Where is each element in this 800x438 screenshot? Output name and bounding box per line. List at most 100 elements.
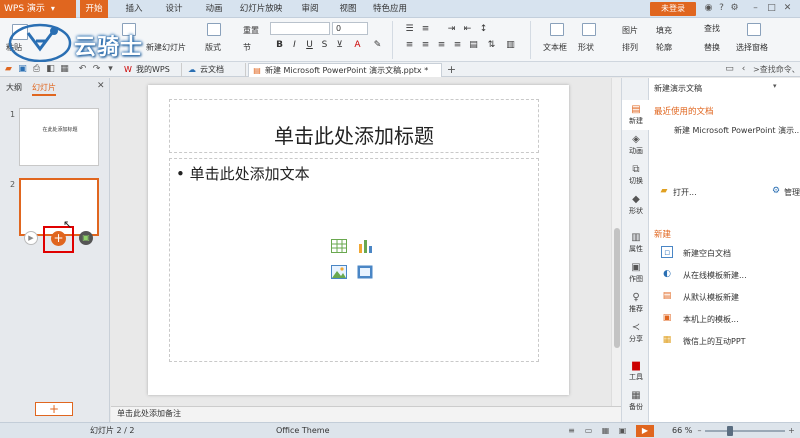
font-size-combo[interactable]: 0 <box>332 22 368 35</box>
redo-icon[interactable]: ↷ <box>91 64 102 75</box>
side-backup-button[interactable]: ▦ 备份 <box>622 386 650 416</box>
font-color-icon[interactable]: A <box>352 40 363 51</box>
side-animation-button[interactable]: ◈ 动画 <box>622 130 650 160</box>
new-from-online-template[interactable]: 从在线模板新建... <box>683 270 747 281</box>
zoom-in-icon[interactable]: + <box>786 426 797 436</box>
undo-icon[interactable]: ↶ <box>77 64 88 75</box>
underline-icon[interactable]: U <box>304 40 315 51</box>
numbering-icon[interactable]: ≡ <box>420 24 431 35</box>
text-direction-icon[interactable]: ⇅ <box>486 40 497 51</box>
tab-current-document[interactable]: ▤ 新建 Microsoft PowerPoint 演示文稿.pptx * <box>248 63 442 77</box>
vertical-scrollbar[interactable] <box>611 78 621 406</box>
tab-home[interactable]: 开始 <box>80 0 108 18</box>
open-icon[interactable]: ▰ <box>3 64 14 75</box>
picture-button[interactable]: 图片 <box>622 25 638 36</box>
side-properties-button[interactable]: ▥ 属性 <box>622 228 650 258</box>
align-center-icon[interactable]: ≡ <box>420 40 431 51</box>
textbox-button[interactable]: 文本框 <box>543 42 567 53</box>
columns-icon[interactable]: ▥ <box>505 40 516 51</box>
close-icon[interactable]: ✕ <box>97 81 105 91</box>
side-draw-button[interactable]: ▣ 作图 <box>622 258 650 288</box>
notes-pane[interactable]: 单击此处添加备注 <box>111 406 621 422</box>
normal-view-icon[interactable]: ▭ <box>583 426 594 436</box>
body-placeholder[interactable]: • 单击此处添加文本 <box>169 158 539 362</box>
new-slide-button[interactable]: + <box>35 402 73 416</box>
insert-media-icon[interactable] <box>357 265 373 279</box>
bold-icon[interactable]: B <box>274 40 285 51</box>
shape-icon[interactable] <box>582 23 596 36</box>
tab-slides[interactable]: 幻灯片 <box>32 82 56 96</box>
zoom-out-icon[interactable]: – <box>694 426 705 436</box>
slide-thumbnail-1[interactable]: 在此处添加标题 <box>19 108 99 166</box>
distribute-icon[interactable]: ▤ <box>468 40 479 51</box>
clear-format-icon[interactable]: ✎ <box>372 40 383 51</box>
strike-icon[interactable]: ⊻ <box>334 40 345 51</box>
pdf-icon[interactable]: ▦ <box>59 64 70 75</box>
wechat-interactive-ppt[interactable]: 微信上的互动PPT <box>683 336 746 347</box>
add-slide-icon[interactable]: + <box>51 231 66 246</box>
tab-animation[interactable]: 动画 <box>200 0 228 18</box>
print-icon[interactable]: ⎙ <box>31 64 42 75</box>
line-spacing-icon[interactable]: ↕ <box>478 24 489 35</box>
maximize-icon[interactable]: □ <box>766 3 777 14</box>
replace-button[interactable]: 替换 <box>704 42 720 53</box>
tab-insert[interactable]: 插入 <box>120 0 148 18</box>
insert-picture-icon[interactable] <box>331 265 347 279</box>
shape-button[interactable]: 形状 <box>578 42 594 53</box>
tab-slideshow[interactable]: 幻灯片放映 <box>236 0 286 18</box>
open-link[interactable]: 打开... <box>673 187 697 198</box>
justify-icon[interactable]: ≡ <box>452 40 463 51</box>
new-tab-icon[interactable]: + <box>446 64 457 75</box>
title-placeholder[interactable]: 单击此处添加标题 <box>169 99 539 153</box>
side-recommend-button[interactable]: ♀ 推荐 <box>622 288 650 318</box>
slide-editor[interactable]: 单击此处添加标题 • 单击此处添加文本 <box>148 85 569 395</box>
italic-icon[interactable]: I <box>289 40 300 51</box>
save-icon[interactable]: ▣ <box>17 64 28 75</box>
tab-outline[interactable]: 大纲 <box>6 82 22 93</box>
side-new-button[interactable]: ▤ 新建 <box>622 100 650 130</box>
reading-view-icon[interactable]: ▣ <box>617 426 628 436</box>
outline-button[interactable]: 轮廓 <box>656 42 672 53</box>
skin-icon[interactable]: ◉ <box>703 3 714 14</box>
fill-button[interactable]: 填充 <box>656 25 672 36</box>
back-icon[interactable]: ‹ <box>738 64 749 75</box>
slideshow-play-button[interactable]: ▶ <box>636 425 654 437</box>
tab-cloud-docs[interactable]: ☁ 云文档 <box>184 63 246 77</box>
tab-view[interactable]: 视图 <box>334 0 362 18</box>
shadow-icon[interactable]: S <box>319 40 330 51</box>
local-templates[interactable]: 本机上的模板... <box>683 314 739 325</box>
bullets-icon[interactable]: ☰ <box>404 24 415 35</box>
recent-doc-item[interactable]: 新建 Microsoft PowerPoint 演示... <box>674 125 800 136</box>
indent-icon[interactable]: ⇥ <box>446 24 457 35</box>
manage-link[interactable]: 管理 <box>784 187 800 198</box>
app-menu-button[interactable]: WPS 演示 ▾ <box>0 0 76 18</box>
play-icon[interactable]: ▶ <box>24 231 38 245</box>
side-shape-button[interactable]: ◆ 形状 <box>622 190 650 220</box>
font-name-combo[interactable] <box>270 22 330 35</box>
login-button[interactable]: 未登录 <box>650 2 696 16</box>
command-search-input[interactable]: >查找命令、搜索 <box>753 64 800 76</box>
new-blank-document[interactable]: 新建空白文档 <box>683 248 731 259</box>
tab-special[interactable]: 特色应用 <box>370 0 410 18</box>
customize-icon[interactable]: ▾ <box>105 64 116 75</box>
sorter-view-icon[interactable]: ▦ <box>600 426 611 436</box>
align-right-icon[interactable]: ≡ <box>436 40 447 51</box>
template-icon[interactable]: ▣ <box>79 231 93 245</box>
help-icon[interactable]: ? <box>716 3 727 14</box>
insert-table-icon[interactable] <box>331 239 347 253</box>
side-transition-button[interactable]: ⧉ 切换 <box>622 160 650 190</box>
zoom-slider[interactable] <box>705 430 785 432</box>
select-pane-button[interactable]: 选择窗格 <box>736 42 768 53</box>
new-from-default-template[interactable]: 从默认模板新建 <box>683 292 739 303</box>
zoom-slider-thumb[interactable] <box>726 426 733 436</box>
tab-review[interactable]: 审阅 <box>296 0 324 18</box>
settings-icon[interactable]: ⚙ <box>729 3 740 14</box>
tab-design[interactable]: 设计 <box>160 0 188 18</box>
notes-toggle-icon[interactable]: ≡ <box>566 426 577 436</box>
find-button[interactable]: 查找 <box>704 23 720 34</box>
minimize-icon[interactable]: – <box>750 3 761 14</box>
outdent-icon[interactable]: ⇤ <box>462 24 473 35</box>
side-tools-button[interactable]: ▆ 工具 <box>622 356 650 386</box>
window-icon[interactable]: ▭ <box>724 64 735 75</box>
scrollbar-thumb[interactable] <box>614 228 620 348</box>
